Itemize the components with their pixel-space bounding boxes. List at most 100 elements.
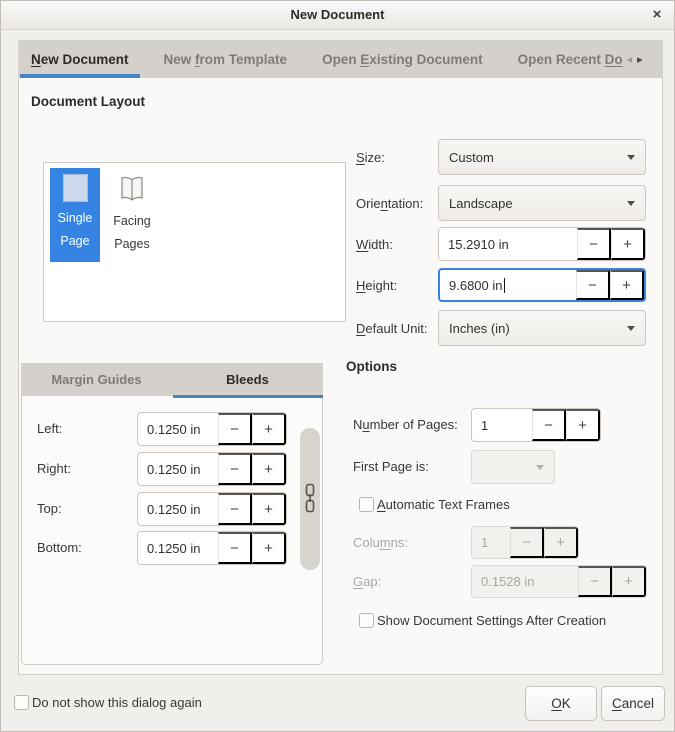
bleed-right-decrement-button[interactable]: −: [218, 453, 252, 485]
button-label: OK: [551, 696, 571, 711]
tab-new-from-template[interactable]: New from Template: [151, 40, 301, 78]
bleed-bottom-spinbox: 0.1250 in − +: [137, 531, 287, 565]
close-button[interactable]: ×: [645, 0, 669, 29]
height-spinbox: 9.6800 in − +: [438, 268, 646, 302]
orientation-label: Orientation:: [356, 196, 438, 211]
height-increment-button[interactable]: +: [610, 270, 644, 300]
columns-input: 1: [472, 527, 510, 558]
close-icon: ×: [653, 6, 662, 23]
bleed-right-row: Right: 0.1250 in − +: [22, 452, 322, 486]
tab-bleeds[interactable]: Bleeds: [172, 363, 323, 395]
default-unit-value: Inches (in): [449, 321, 510, 336]
cancel-button[interactable]: Cancel: [601, 686, 665, 721]
columns-label: Columns:: [353, 526, 408, 559]
bleed-right-input[interactable]: 0.1250 in: [138, 453, 218, 485]
bleed-top-increment-button[interactable]: +: [252, 493, 286, 525]
bleed-top-label: Top:: [37, 492, 62, 526]
tab-label: Open Existing Document: [322, 52, 483, 67]
width-decrement-button[interactable]: −: [577, 228, 611, 260]
bleed-top-spinbox: 0.1250 in − +: [137, 492, 287, 526]
bleed-left-decrement-button[interactable]: −: [218, 413, 252, 445]
titlebar[interactable]: New Document ×: [0, 0, 675, 30]
number-of-pages-increment-button[interactable]: +: [566, 409, 600, 441]
first-page-select: [471, 450, 555, 484]
layout-item-label: Page: [60, 230, 89, 253]
tab-label: Bleeds: [226, 372, 269, 387]
gap-increment-button: +: [612, 566, 646, 597]
tab-scroll-controls: ◂ ▸: [625, 40, 651, 78]
tab-open-existing-document[interactable]: Open Existing Document: [309, 40, 496, 78]
window-title: New Document: [291, 7, 385, 22]
bleed-top-decrement-button[interactable]: −: [218, 493, 252, 525]
layout-listbox: Single Page Facing Pages: [43, 162, 346, 322]
options-heading: Options: [346, 359, 397, 374]
automatic-text-frames-label: Automatic Text Frames: [377, 497, 510, 512]
layout-item-facing-pages[interactable]: Facing Pages: [107, 168, 157, 265]
chevron-down-icon: [627, 326, 635, 331]
tab-scroll-right-icon[interactable]: ▸: [637, 53, 643, 66]
bleed-bottom-row: Bottom: 0.1250 in − +: [22, 531, 322, 565]
chain-link-icon: [304, 483, 316, 516]
layout-item-label: Single: [58, 207, 93, 230]
chevron-down-icon: [627, 201, 635, 206]
single-page-icon: [63, 174, 88, 202]
orientation-value: Landscape: [449, 196, 513, 211]
bleed-bottom-decrement-button[interactable]: −: [218, 532, 252, 564]
dont-show-checkbox[interactable]: [14, 695, 29, 710]
tab-label: New Document: [31, 52, 129, 67]
layout-item-single-page[interactable]: Single Page: [50, 168, 100, 262]
layout-item-label: Pages: [114, 233, 149, 256]
height-input[interactable]: 9.6800 in: [440, 270, 576, 300]
first-page-label: First Page is:: [353, 450, 429, 484]
bleed-left-label: Left:: [37, 412, 62, 446]
width-input[interactable]: 15.2910 in: [439, 228, 577, 260]
tab-margin-guides[interactable]: Margin Guides: [21, 363, 172, 395]
tab-scroll-left-icon[interactable]: ◂: [627, 53, 633, 66]
layout-item-label: Facing: [113, 210, 151, 233]
link-values-button[interactable]: [300, 428, 320, 570]
tab-label: New from Template: [164, 52, 288, 67]
facing-pages-icon: [117, 174, 147, 207]
gap-label: Gap:: [353, 565, 381, 598]
chevron-down-icon: [536, 465, 544, 470]
columns-spinbox: 1 − +: [471, 526, 579, 559]
tab-open-recent-document[interactable]: Open Recent Do: [505, 40, 625, 78]
width-spinbox: 15.2910 in − +: [438, 227, 646, 261]
tab-label: Open Recent Do: [518, 52, 623, 67]
bleeds-panel: Left: 0.1250 in − + Right: 0.1250 in − +…: [21, 395, 323, 665]
bleed-left-row: Left: 0.1250 in − +: [22, 412, 322, 446]
active-tab-underline: [173, 395, 323, 398]
chevron-down-icon: [627, 155, 635, 160]
bleed-right-increment-button[interactable]: +: [252, 453, 286, 485]
default-unit-select[interactable]: Inches (in): [438, 310, 646, 346]
number-of-pages-input[interactable]: 1: [472, 409, 532, 441]
number-of-pages-label: Number of Pages:: [353, 408, 458, 442]
size-select[interactable]: Custom: [438, 139, 646, 175]
orientation-select[interactable]: Landscape: [438, 185, 646, 221]
default-unit-label: Default Unit:: [356, 321, 438, 336]
bleed-top-row: Top: 0.1250 in − +: [22, 492, 322, 526]
tab-label: Margin Guides: [51, 372, 141, 387]
bleed-left-input[interactable]: 0.1250 in: [138, 413, 218, 445]
bleed-left-increment-button[interactable]: +: [252, 413, 286, 445]
width-increment-button[interactable]: +: [611, 228, 645, 260]
dont-show-label: Do not show this dialog again: [32, 695, 202, 710]
number-of-pages-decrement-button[interactable]: −: [532, 409, 566, 441]
bleed-bottom-increment-button[interactable]: +: [252, 532, 286, 564]
bleed-top-input[interactable]: 0.1250 in: [138, 493, 218, 525]
number-of-pages-spinbox: 1 − +: [471, 408, 601, 442]
height-decrement-button[interactable]: −: [576, 270, 610, 300]
width-label: Width:: [356, 237, 438, 252]
tab-new-document[interactable]: New Document: [18, 40, 142, 78]
show-settings-checkbox[interactable]: [359, 613, 374, 628]
columns-decrement-button: −: [510, 527, 544, 558]
bleed-bottom-input[interactable]: 0.1250 in: [138, 532, 218, 564]
automatic-text-frames-checkbox[interactable]: [359, 497, 374, 512]
height-label: Height:: [356, 278, 438, 293]
size-value: Custom: [449, 150, 494, 165]
gap-decrement-button: −: [578, 566, 612, 597]
ok-button[interactable]: OK: [525, 686, 597, 721]
new-document-panel: Document Layout Single Page Facing Pages…: [18, 78, 663, 675]
gap-spinbox: 0.1528 in − +: [471, 565, 647, 598]
margin-tab-bar: Margin Guides Bleeds: [21, 363, 323, 395]
